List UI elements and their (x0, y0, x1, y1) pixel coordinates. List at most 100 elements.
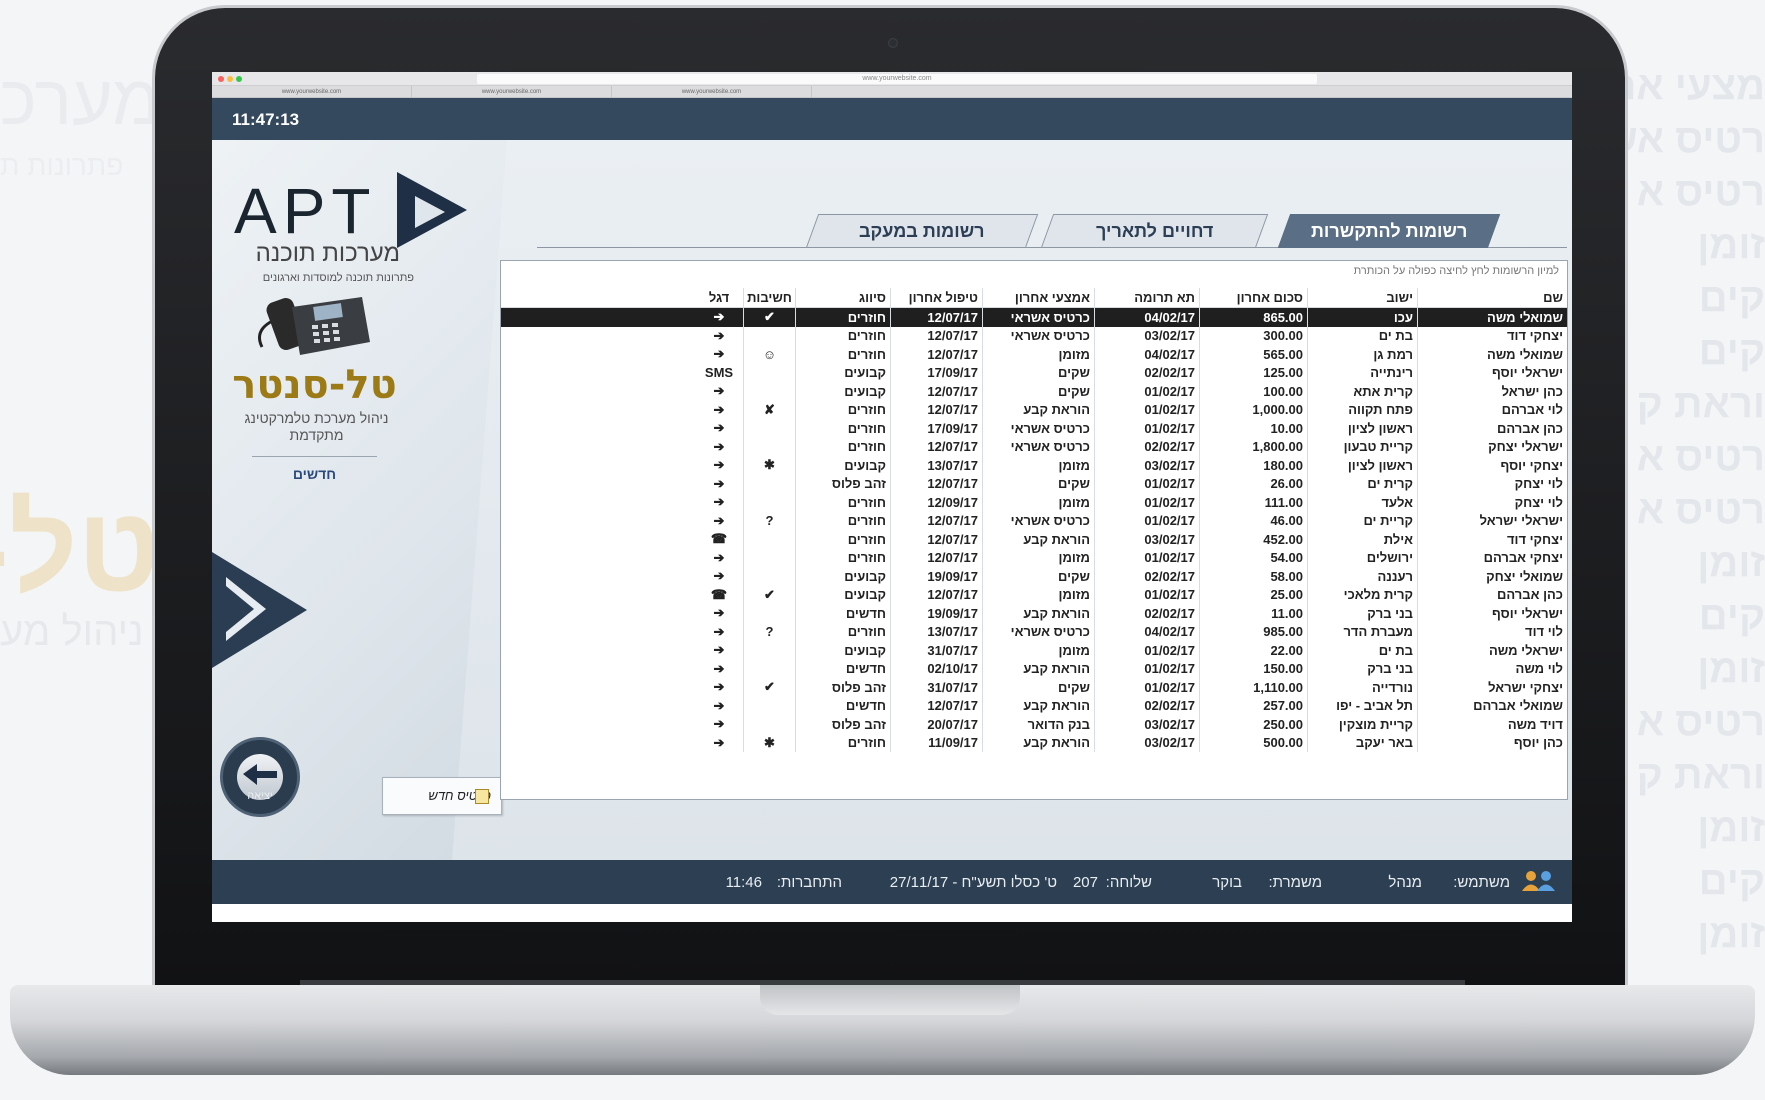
cell-donation-date: 02/02/17 (1094, 696, 1199, 715)
bg-word: רטיס א (1636, 488, 1765, 532)
table-row[interactable]: לוי יצחק אלעד 111.00 01/02/17 מזומן 12/09/17 ח… (501, 493, 1567, 512)
cell-city: אלעד (1307, 493, 1417, 512)
cell-importance (743, 604, 795, 623)
cell-amount: 985.00 (1199, 622, 1307, 641)
bg-word: זומן (1697, 647, 1765, 691)
cell-name: לוי יצחק (1417, 474, 1567, 493)
bg-word: זומן (1697, 806, 1765, 850)
cell-importance (743, 326, 795, 345)
table-row[interactable]: לוי משה בני ברק 150.00 01/02/17 הוראת קבע 02/… (501, 659, 1567, 678)
phone-icon (258, 297, 370, 355)
cell-amount: 10.00 (1199, 419, 1307, 438)
cell-importance: ✘ (743, 400, 795, 419)
cell-importance (743, 659, 795, 678)
cell-amount: 1,110.00 (1199, 678, 1307, 697)
cell-category: קבועים (795, 585, 890, 604)
cell-donation-date: 03/02/17 (1094, 456, 1199, 475)
cell-amount: 22.00 (1199, 641, 1307, 660)
cell-last-handled: 12/09/17 (890, 493, 982, 512)
cell-means: שקים (982, 382, 1094, 401)
cell-city: רמת גן (1307, 345, 1417, 364)
tab-followup[interactable]: רשומות במעקב (805, 214, 1039, 248)
cell-name: כהן אברהם (1417, 419, 1567, 438)
exit-button[interactable]: יציאה (220, 737, 300, 817)
sidebar-new-link[interactable]: חדשים (252, 466, 377, 482)
cell-donation-date: 01/02/17 (1094, 382, 1199, 401)
table-row[interactable]: דויד משה קריית מוצקין 250.00 03/02/17 בנק הד… (501, 715, 1567, 734)
table-row[interactable]: ישראלי משה בת ים 22.00 01/02/17 מזומן 31/07/1… (501, 641, 1567, 660)
tab-postponed[interactable]: דחויים לתאריך (1040, 214, 1269, 248)
cell-flag: ➔ (713, 494, 725, 510)
table-row[interactable]: יצחקי דוד בת ים 300.00 03/02/17 כרטיס אשראי 1… (501, 326, 1567, 345)
cell-last-handled: 12/07/17 (890, 308, 982, 327)
close-dot-icon[interactable] (218, 76, 224, 82)
browser-toolbar: www.yourwebsite.com (212, 72, 1572, 86)
url-bar[interactable]: www.yourwebsite.com (477, 74, 1317, 84)
table-row[interactable]: כהן ישראל קרית אתא 100.00 01/02/17 שקים 12/07… (501, 382, 1567, 401)
table-row[interactable]: יצחקי יוסף ראשון לציון 180.00 03/02/17 מזומן… (501, 456, 1567, 475)
table-row[interactable]: ישראלי ישראל קריית ים 46.00 01/02/17 כרטיס א… (501, 511, 1567, 530)
cell-donation-date: 01/02/17 (1094, 659, 1199, 678)
status-user-value: מנהל (1388, 874, 1422, 891)
cell-last-handled: 12/07/17 (890, 400, 982, 419)
cell-importance (743, 567, 795, 586)
cell-means: כרטיס אשראי (982, 511, 1094, 530)
bg-word: רטיס א (1636, 170, 1765, 214)
table-row[interactable]: שמואלי משה עכו 865.00 04/02/17 כרטיס אשראי 12… (501, 308, 1567, 327)
status-ext-label: שלוחה: (1105, 874, 1152, 891)
table-row[interactable]: יצחקי ישראל נורדייה 1,110.00 01/02/17 שקים 31… (501, 678, 1567, 697)
minimize-dot-icon[interactable] (227, 76, 233, 82)
cell-amount: 100.00 (1199, 382, 1307, 401)
table-row[interactable]: ישראלי יוסף רינתייה 125.00 02/02/17 שקים 17/0… (501, 363, 1567, 382)
table-row[interactable]: לוי דוד מעברת הדר 985.00 04/02/17 כרטיס אשרא… (501, 622, 1567, 641)
clock: 11:47:13 (232, 110, 300, 129)
header-category[interactable]: סיווג (795, 288, 890, 307)
cell-city: בני ברק (1307, 604, 1417, 623)
table-row[interactable]: כהן יוסף באר יעקב 500.00 03/02/17 הוראת קבע 1… (501, 733, 1567, 752)
header-last-handled[interactable]: טיפול אחרון (890, 288, 982, 307)
header-donation-date[interactable]: תא תרומה (1094, 288, 1199, 307)
table-row[interactable]: שמואלי אברהם תל אביב - יפו 257.00 02/02/17 ה… (501, 696, 1567, 715)
cell-importance (743, 419, 795, 438)
header-amount[interactable]: סכום אחרון (1199, 288, 1307, 307)
table-row[interactable]: שמואלי משה רמת גן 565.00 04/02/17 מזומן 12/07… (501, 345, 1567, 364)
cell-means: כרטיס אשראי (982, 622, 1094, 641)
cell-importance: ☺ (743, 345, 795, 364)
cell-name: יצחקי דוד (1417, 326, 1567, 345)
zoom-dot-icon[interactable] (236, 76, 242, 82)
header-flag[interactable]: דגל (695, 288, 743, 307)
header-name[interactable]: שם (1417, 288, 1567, 307)
table-row[interactable]: כהן אברהם ראשון לציון 10.00 01/02/17 כרטיס א… (501, 419, 1567, 438)
browser-tab[interactable]: www.yourwebsite.com (212, 86, 412, 98)
header-importance[interactable]: חשיבות (743, 288, 795, 307)
header-city[interactable]: ישוב (1307, 288, 1417, 307)
header-means[interactable]: אמצעי אחרון (982, 288, 1094, 307)
cell-donation-date: 04/02/17 (1094, 345, 1199, 364)
cell-category: חוזרים (795, 400, 890, 419)
table-row[interactable]: ישראלי יוסף בני ברק 11.00 02/02/17 הוראת קבע… (501, 604, 1567, 623)
tab-contact-records[interactable]: רשומות להתקשרות (1277, 214, 1501, 248)
new-card-button[interactable]: כרטיס חדש (382, 777, 502, 815)
table-row[interactable]: לוי אברהם פתח תקווה 1,000.00 01/02/17 הוראת … (501, 400, 1567, 419)
cell-name: שמואלי אברהם (1417, 696, 1567, 715)
cell-name: ישראלי יוסף (1417, 363, 1567, 382)
browser-tab[interactable]: www.yourwebsite.com (412, 86, 612, 98)
cell-flag: ➔ (713, 457, 725, 473)
bg-word: רטיס א (1636, 435, 1765, 479)
cell-means: שקים (982, 567, 1094, 586)
cell-category: זהב פלוס (795, 678, 890, 697)
cell-means: מזומן (982, 345, 1094, 364)
cell-category: חדשים (795, 696, 890, 715)
table-row[interactable]: לוי יצחק קרית ים 26.00 01/02/17 שקים 12/07/17… (501, 474, 1567, 493)
table-row[interactable]: יצחקי אברהם ירושלים 54.00 01/02/17 מזומן 12/0… (501, 548, 1567, 567)
cell-means: הוראת קבע (982, 733, 1094, 752)
table-row[interactable]: שמואלי יצחק רעננה 58.00 02/02/17 שקים 19/09/1… (501, 567, 1567, 586)
table-row[interactable]: ישראלי יצחק קריית טבעון 1,800.00 02/02/17 כר… (501, 437, 1567, 456)
table-row[interactable]: כהן אברהם קרית מלאכי 25.00 01/02/17 מזומן 12/… (501, 585, 1567, 604)
browser-tab[interactable]: www.yourwebsite.com (612, 86, 812, 98)
cell-amount: 452.00 (1199, 530, 1307, 549)
cell-donation-date: 03/02/17 (1094, 733, 1199, 752)
table-row[interactable]: יצחקי דוד אילת 452.00 03/02/17 הוראת קבע 12/0… (501, 530, 1567, 549)
bg-word: קים (1698, 594, 1765, 638)
cell-means: מזומן (982, 641, 1094, 660)
